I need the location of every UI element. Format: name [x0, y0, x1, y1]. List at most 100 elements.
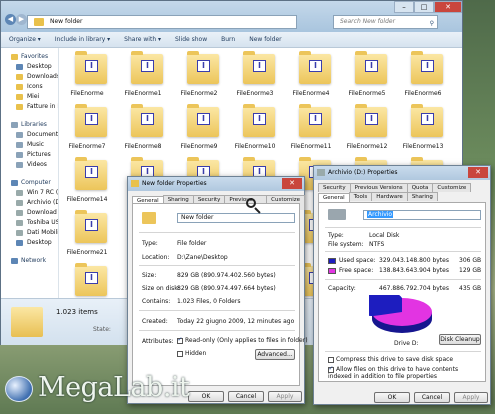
close-button[interactable]: ✕ [434, 1, 462, 13]
index-checkbox-row[interactable]: Allow files on this drive to have conten… [328, 365, 483, 380]
tab[interactable]: General [318, 193, 350, 202]
location-label: Location: [142, 254, 170, 261]
file-item[interactable]: I FileEnorme6 [398, 50, 448, 102]
file-item[interactable]: I FileEnorme8 [118, 103, 168, 155]
desktop-icon [16, 240, 23, 246]
file-item[interactable]: I FileEnorme12 [342, 103, 392, 155]
readonly-checkbox[interactable] [177, 336, 183, 344]
file-icon: I [355, 51, 387, 84]
close-button[interactable]: ✕ [282, 178, 302, 189]
sidebar-item[interactable]: Computer [1, 178, 58, 188]
file-item[interactable]: I FileEnorme13 [398, 103, 448, 155]
address-bar[interactable]: New folder [27, 15, 297, 29]
file-item[interactable]: I FileEnorme4 [286, 50, 336, 102]
sidebar-item[interactable]: Music [1, 140, 58, 150]
videos-icon [16, 162, 23, 168]
file-label: FileEnorme3 [236, 90, 274, 97]
sidebar-item[interactable]: Documents [1, 130, 58, 140]
tab[interactable]: Security [318, 183, 351, 192]
maximize-button[interactable]: □ [414, 1, 434, 13]
sidebar-item[interactable]: Toshiba US [1, 218, 58, 228]
file-item[interactable]: I FileEnorme11 [286, 103, 336, 155]
file-icon: I [299, 104, 331, 137]
apply-button[interactable]: Apply [454, 392, 488, 403]
toolbar-item[interactable]: Burn [221, 36, 235, 43]
sidebar-item[interactable]: Archivio (D [1, 198, 58, 208]
file-item[interactable]: I FileEnorme10 [230, 103, 280, 155]
sidebar-item[interactable]: Fatture in P [1, 102, 58, 112]
tab[interactable]: Customize [432, 183, 472, 192]
file-item[interactable]: I FileEnorme2 [174, 50, 224, 102]
drive-icon [16, 210, 23, 216]
sidebar-item[interactable]: Desktop [1, 238, 58, 248]
cancel-button[interactable]: Cancel [414, 392, 450, 403]
file-item[interactable]: I FileEnorme21 [62, 209, 112, 261]
toolbar-item[interactable]: Share with ▾ [124, 36, 161, 43]
size-on-disk-label: Size on disk: [142, 285, 180, 292]
toolbar-item[interactable]: Include in library ▾ [55, 36, 110, 43]
sidebar-item[interactable]: Favorites [1, 52, 58, 62]
sidebar-item[interactable]: Download ( [1, 208, 58, 218]
tab[interactable]: Hardware [371, 192, 408, 201]
compress-checkbox-row[interactable]: Compress this drive to save disk space [328, 356, 453, 363]
file-type-badge-icon: I [141, 113, 154, 125]
index-checkbox[interactable] [328, 365, 334, 373]
hidden-checkbox[interactable] [177, 350, 183, 357]
file-item[interactable]: I FileEnorme5 [342, 50, 392, 102]
drive-icon [328, 209, 346, 220]
sidebar-item[interactable]: Network [1, 256, 58, 266]
sidebar-item[interactable]: Libraries [1, 120, 58, 130]
sidebar-item[interactable]: Pictures [1, 150, 58, 160]
file-icon: I [187, 51, 219, 84]
apply-button[interactable]: Apply [268, 391, 302, 402]
advanced-button[interactable]: Advanced... [255, 349, 295, 360]
search-icon: ⚲ [429, 20, 434, 27]
tab[interactable]: Tools [348, 192, 373, 201]
file-label: FileEnorme14 [66, 196, 108, 203]
ok-button[interactable]: OK [374, 392, 410, 403]
sidebar-item[interactable]: Videos [1, 160, 58, 170]
sidebar-item[interactable]: Win 7 RC (C [1, 188, 58, 198]
folder-icon [16, 104, 23, 110]
file-item[interactable]: I FileEnorme [62, 50, 112, 102]
folder-icon [142, 212, 156, 224]
hidden-checkbox-row[interactable]: Hidden [177, 350, 206, 357]
disk-cleanup-button[interactable]: Disk Cleanup [439, 334, 481, 345]
toolbar-item[interactable]: Slide show [175, 36, 207, 43]
toolbar-item[interactable]: Organize ▾ [9, 36, 41, 43]
minimize-button[interactable]: – [394, 1, 414, 13]
file-item[interactable]: I FileEnorme3 [230, 50, 280, 102]
forward-button[interactable]: ▶ [16, 14, 27, 25]
file-item[interactable]: I FileEnorme1 [118, 50, 168, 102]
search-input[interactable]: Search New folder ⚲ [333, 15, 438, 29]
sidebar-item[interactable]: Miei [1, 92, 58, 102]
close-button[interactable]: ✕ [468, 167, 488, 178]
ok-button[interactable]: OK [188, 391, 224, 402]
file-icon: I [75, 104, 107, 137]
documents-icon [16, 132, 23, 138]
volume-name-field[interactable]: Archivio [363, 210, 481, 220]
file-item[interactable]: I FileEnorme9 [174, 103, 224, 155]
tab[interactable]: Previous Versions [349, 183, 408, 192]
used-space-bytes: 329.043.148.800 bytes [379, 257, 449, 264]
file-item[interactable]: I FileEnorme14 [62, 156, 112, 208]
sidebar-item[interactable]: Dati Mobili [1, 228, 58, 238]
sidebar-item[interactable]: Icons [1, 82, 58, 92]
tab[interactable]: Sharing [406, 192, 438, 201]
file-item[interactable]: I FileEnorme7 [62, 103, 112, 155]
file-type-badge-icon: I [141, 60, 154, 72]
file-type-badge-icon: I [365, 60, 378, 72]
compress-checkbox[interactable] [328, 356, 334, 363]
sidebar-item[interactable]: Downloads [1, 72, 58, 82]
back-button[interactable]: ◀ [5, 14, 16, 25]
sidebar-item[interactable]: Desktop [1, 62, 58, 72]
cancel-button[interactable]: Cancel [228, 391, 264, 402]
toolbar-item[interactable]: New folder [249, 36, 281, 43]
folder-name-field[interactable]: New folder [177, 213, 295, 223]
readonly-checkbox-row[interactable]: Read-only (Only applies to files in fold… [177, 336, 308, 344]
tab[interactable]: Quota [406, 183, 434, 192]
divider [139, 232, 295, 233]
file-item[interactable]: I [62, 262, 112, 298]
